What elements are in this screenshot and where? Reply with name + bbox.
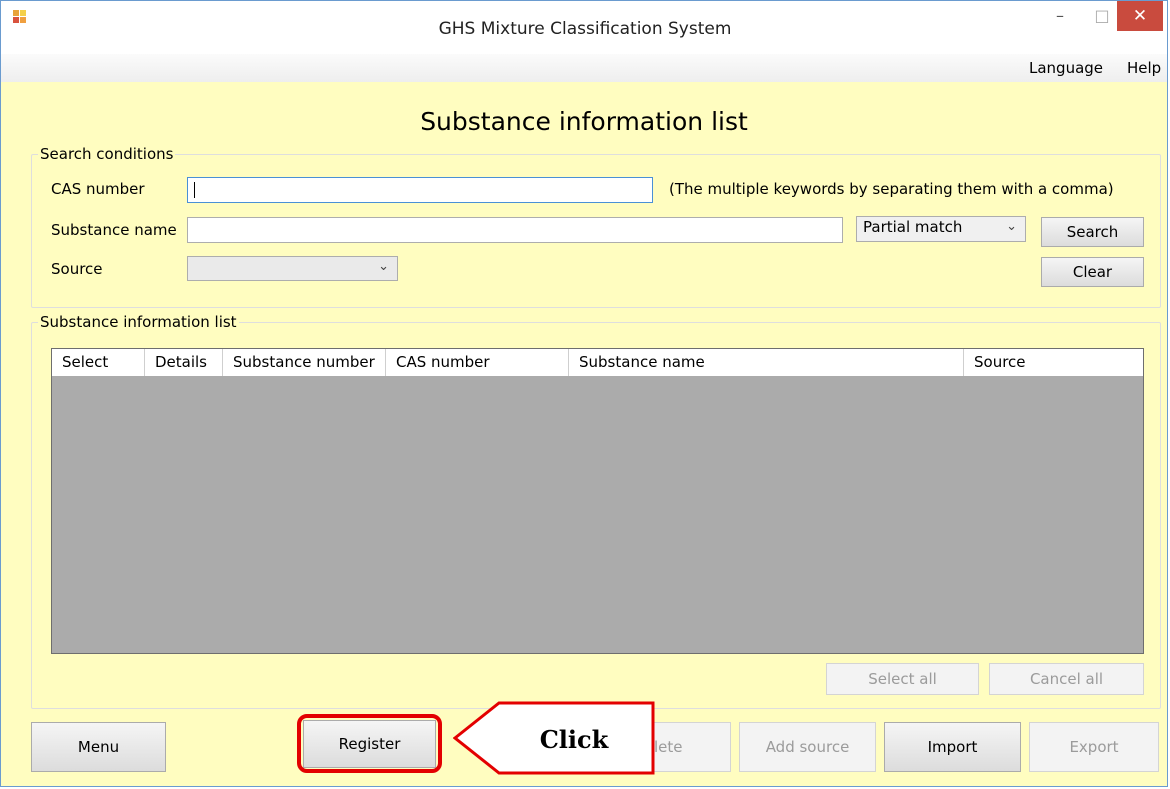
search-button[interactable]: Search — [1041, 217, 1144, 247]
register-highlight-frame — [297, 714, 442, 773]
match-mode-select[interactable]: Partial match ⌄ — [856, 216, 1026, 242]
chevron-down-icon: ⌄ — [1006, 219, 1017, 234]
match-mode-value: Partial match — [863, 218, 963, 236]
minimize-button[interactable]: – — [1045, 1, 1075, 31]
column-header-select[interactable]: Select — [52, 349, 145, 376]
cancel-all-button[interactable]: Cancel all — [989, 663, 1144, 695]
substance-table[interactable]: Select Details Substance number CAS numb… — [51, 348, 1144, 654]
menu-help[interactable]: Help — [1127, 59, 1161, 77]
source-label: Source — [51, 260, 103, 278]
table-header: Select Details Substance number CAS numb… — [52, 349, 1143, 376]
page-title: Substance information list — [420, 107, 748, 136]
substance-list-legend: Substance information list — [40, 313, 237, 331]
column-header-cas-number[interactable]: CAS number — [386, 349, 569, 376]
click-callout-text: Click — [539, 725, 609, 754]
search-conditions-legend: Search conditions — [40, 145, 174, 163]
maximize-button[interactable]: □ — [1087, 1, 1117, 31]
export-button[interactable]: Export — [1029, 722, 1159, 772]
window-title: GHS Mixture Classification System — [438, 19, 732, 39]
menu-button[interactable]: Menu — [31, 722, 166, 772]
column-header-details[interactable]: Details — [145, 349, 223, 376]
menu-language[interactable]: Language — [1029, 59, 1103, 77]
add-source-button[interactable]: Add source — [739, 722, 876, 772]
menu-bar: Language Help — [1, 54, 1167, 82]
source-select[interactable]: ⌄ — [187, 256, 398, 281]
close-button[interactable]: ✕ — [1117, 1, 1163, 31]
text-caret — [194, 182, 195, 198]
clear-button[interactable]: Clear — [1041, 257, 1144, 287]
cas-number-label: CAS number — [51, 180, 145, 198]
chevron-down-icon: ⌄ — [378, 259, 389, 274]
select-all-button[interactable]: Select all — [826, 663, 979, 695]
cas-number-hint: (The multiple keywords by separating the… — [669, 180, 1114, 198]
column-header-substance-number[interactable]: Substance number — [223, 349, 386, 376]
column-header-source[interactable]: Source — [964, 349, 1143, 376]
substance-name-input[interactable] — [187, 217, 843, 243]
column-header-substance-name[interactable]: Substance name — [569, 349, 964, 376]
substance-name-label: Substance name — [51, 221, 177, 239]
import-button[interactable]: Import — [884, 722, 1021, 772]
cas-number-input[interactable] — [187, 177, 653, 203]
main-window: GHS Mixture Classification System – □ ✕ … — [0, 0, 1168, 787]
title-bar: GHS Mixture Classification System – □ ✕ — [1, 1, 1167, 54]
